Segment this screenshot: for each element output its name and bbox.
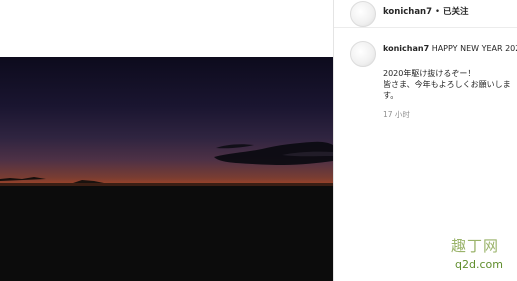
comment-line: 2020年駆け抜けるぞー！ bbox=[383, 69, 476, 78]
site-watermark: 趣丁网 q2d.com bbox=[448, 238, 517, 281]
comment-line: す。 bbox=[383, 91, 399, 100]
avatar-icon[interactable] bbox=[350, 1, 376, 27]
sunset-scene bbox=[0, 141, 333, 281]
comment-username[interactable]: konichan7 bbox=[383, 44, 429, 53]
post-media-area bbox=[0, 0, 333, 281]
follow-status-button[interactable]: 已关注 bbox=[443, 7, 469, 17]
comment-timestamp[interactable]: 17 小时 bbox=[383, 110, 410, 119]
post-header: konichan7 • 已关注 bbox=[334, 0, 517, 28]
comment-first-line: konichan7 HAPPY NEW YEAR 2020 bbox=[383, 44, 517, 54]
header-line: konichan7 • 已关注 bbox=[383, 7, 469, 17]
separator-dot: • bbox=[435, 7, 441, 17]
comment-body: 2020年駆け抜けるぞー！ 皆さま、今年もよろしくお願いしま す。 bbox=[383, 68, 513, 101]
cloud-wisp bbox=[216, 144, 254, 149]
horizon-glow bbox=[0, 183, 333, 186]
avatar-icon[interactable] bbox=[350, 41, 376, 67]
post-photo[interactable] bbox=[0, 57, 333, 281]
mountain-left bbox=[0, 177, 46, 181]
watermark-logo-text: 趣丁网 bbox=[451, 237, 500, 255]
dark-sea bbox=[0, 186, 333, 281]
comment-line: 皆さま、今年もよろしくお願いしま bbox=[383, 80, 511, 89]
comment-title-text: HAPPY NEW YEAR 2020 bbox=[431, 44, 517, 53]
watermark-url: q2d.com bbox=[455, 258, 503, 271]
header-username[interactable]: konichan7 bbox=[383, 7, 432, 17]
